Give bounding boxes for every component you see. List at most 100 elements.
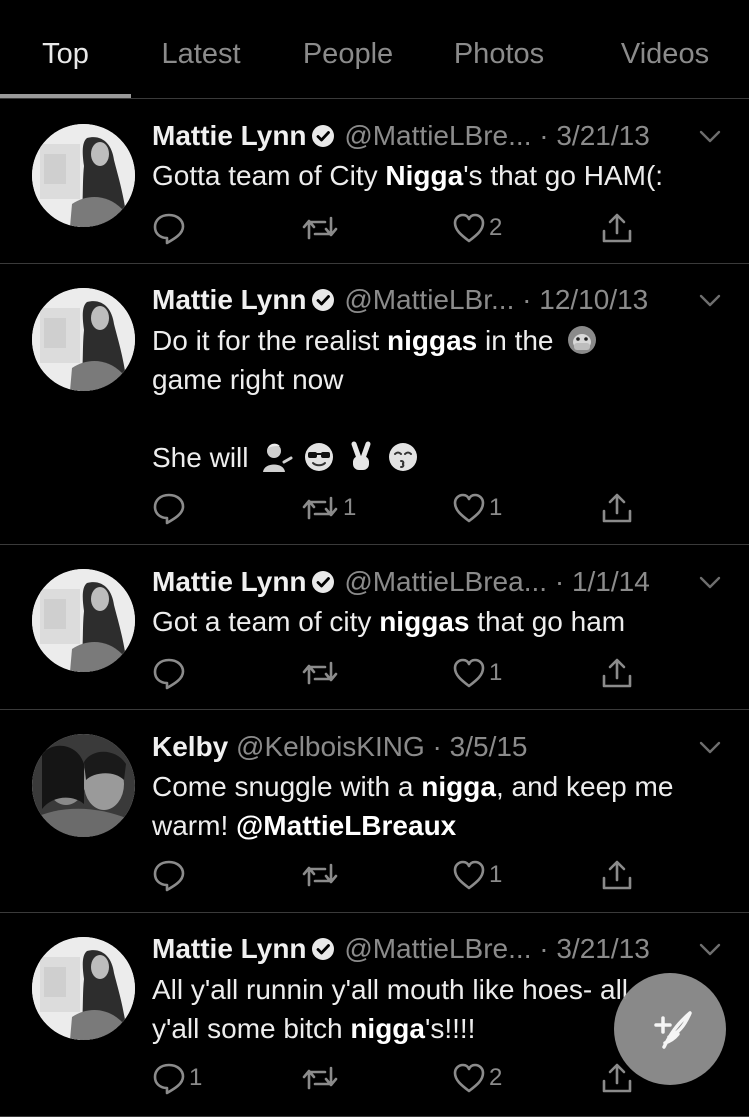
search-tabs: Top Latest People Photos Videos	[0, 0, 749, 99]
retweet-button[interactable]	[300, 1061, 343, 1095]
retweet-button[interactable]	[300, 656, 343, 690]
author-handle[interactable]: @MattieLBre...	[344, 120, 531, 151]
avatar[interactable]	[32, 124, 135, 227]
tweet-text-line: Got a team of city niggas that go ham	[152, 602, 625, 641]
verified-badge-icon	[311, 123, 335, 155]
tab-people[interactable]: People	[285, 0, 411, 99]
share-icon	[600, 656, 634, 690]
text-segment: 's that go HAM(:	[463, 160, 664, 191]
reply-icon	[152, 211, 186, 245]
retweet-button[interactable]: 1	[300, 491, 356, 525]
retweet-icon	[300, 656, 340, 690]
heart-icon	[452, 1061, 486, 1095]
share-icon	[600, 491, 634, 525]
separator-dot: ·	[424, 731, 450, 762]
heart-icon	[452, 858, 486, 892]
reply-icon	[152, 1061, 186, 1095]
kissing-face-emoji	[382, 442, 424, 473]
reply-icon	[152, 858, 186, 892]
tweet-item[interactable]: Mattie Lynn @MattieLBrea... · 1/1/14 Got …	[0, 545, 749, 710]
tweet-text: Gotta team of City Nigga's that go HAM(:	[152, 156, 663, 195]
chevron-down-icon[interactable]	[699, 130, 721, 144]
tweet-date: 12/10/13	[539, 284, 649, 315]
tweet-item[interactable]: Mattie Lynn @MattieLBr... · 12/10/13 Do i…	[0, 264, 749, 545]
author-name[interactable]: Mattie Lynn	[152, 566, 307, 597]
like-button[interactable]: 1	[452, 491, 502, 525]
tweet-date: 3/21/13	[556, 120, 650, 151]
tweet-item[interactable]: Kelby @KelboisKING · 3/5/15 Come snuggle …	[0, 710, 749, 913]
retweet-button[interactable]	[300, 858, 343, 892]
separator-dot: ·	[547, 566, 572, 597]
heart-icon	[452, 211, 486, 245]
share-button[interactable]	[600, 858, 634, 892]
smiling-face-sunglasses-emoji	[298, 442, 340, 473]
retweet-button[interactable]	[300, 211, 343, 245]
tab-latest[interactable]: Latest	[140, 0, 262, 99]
heart-icon	[452, 491, 486, 525]
like-button[interactable]: 2	[452, 211, 502, 245]
reply-button[interactable]	[152, 491, 189, 525]
tweet-text: All y'all runnin y'all mouth like hoes- …	[152, 970, 628, 1048]
retweet-icon	[300, 858, 340, 892]
reply-icon	[152, 656, 186, 690]
chevron-down-icon[interactable]	[699, 576, 721, 590]
reply-button[interactable]	[152, 858, 189, 892]
avatar[interactable]	[32, 937, 135, 1040]
text-segment: y'all some bitch	[152, 1013, 351, 1044]
avatar[interactable]	[32, 288, 135, 391]
like-button[interactable]: 1	[452, 656, 502, 690]
share-button[interactable]	[600, 211, 634, 245]
tab-photos[interactable]: Photos	[435, 0, 563, 99]
tab-top[interactable]: Top	[0, 0, 131, 99]
reply-button[interactable]	[152, 656, 189, 690]
tweet-header: Mattie Lynn @MattieLBr... · 12/10/13	[152, 284, 648, 319]
tweet-text-line: y'all some bitch nigga's!!!!	[152, 1009, 628, 1048]
author-name[interactable]: Mattie Lynn	[152, 933, 307, 964]
text-segment: Do it for the realist	[152, 325, 387, 356]
victory-hand-emoji	[340, 441, 382, 473]
like-button[interactable]: 2	[452, 1061, 502, 1095]
share-button[interactable]	[600, 491, 634, 525]
author-handle[interactable]: @KelboisKING	[236, 731, 425, 762]
reply-button[interactable]: 1	[152, 1061, 202, 1095]
avatar[interactable]	[32, 569, 135, 672]
text-segment: 's!!!!	[424, 1013, 476, 1044]
reply-icon	[152, 491, 186, 525]
reply-button[interactable]	[152, 211, 189, 245]
tweet-date: 3/21/13	[556, 933, 650, 964]
separator-dot: ·	[531, 120, 557, 151]
tweet-text: Got a team of city niggas that go ham	[152, 602, 625, 641]
tab-videos[interactable]: Videos	[600, 0, 730, 99]
highlighted-term: niggas	[379, 606, 470, 637]
tweet-header: Mattie Lynn @MattieLBre... · 3/21/13	[152, 933, 650, 968]
retweet-icon	[300, 491, 340, 525]
tweet-text-line: All y'all runnin y'all mouth like hoes- …	[152, 970, 628, 1009]
share-button[interactable]	[600, 656, 634, 690]
chevron-down-icon[interactable]	[699, 294, 721, 308]
tweet-header: Mattie Lynn @MattieLBrea... · 1/1/14	[152, 566, 650, 601]
author-handle[interactable]: @MattieLBre...	[344, 933, 531, 964]
tweet-text: Come snuggle with a nigga, and keep me wa…	[152, 767, 673, 845]
highlighted-term: nigga	[421, 771, 496, 802]
author-name[interactable]: Kelby	[152, 731, 228, 762]
like-count: 2	[489, 1064, 503, 1091]
author-handle[interactable]: @MattieLBr...	[344, 284, 514, 315]
like-button[interactable]: 1	[452, 858, 502, 892]
author-name[interactable]: Mattie Lynn	[152, 284, 307, 315]
avatar[interactable]	[32, 734, 135, 837]
tweet-item[interactable]: Mattie Lynn @MattieLBre... · 3/21/13 Gott…	[0, 99, 749, 264]
tweet-text-line: game right now	[152, 360, 603, 399]
chevron-down-icon[interactable]	[699, 741, 721, 755]
compose-tweet-icon	[654, 1011, 692, 1049]
author-handle[interactable]: @MattieLBrea...	[344, 566, 547, 597]
share-icon	[600, 858, 634, 892]
heart-icon	[452, 656, 486, 690]
like-count: 1	[489, 659, 503, 686]
author-name[interactable]: Mattie Lynn	[152, 120, 307, 151]
highlighted-term: nigga	[350, 1013, 425, 1044]
chevron-down-icon[interactable]	[699, 943, 721, 957]
tweet-date: 3/5/15	[449, 731, 528, 762]
text-segment: that go ham	[469, 606, 626, 637]
tweet-text-line: Come snuggle with a nigga, and keep me	[152, 767, 673, 806]
compose-tweet-button[interactable]	[614, 973, 726, 1085]
